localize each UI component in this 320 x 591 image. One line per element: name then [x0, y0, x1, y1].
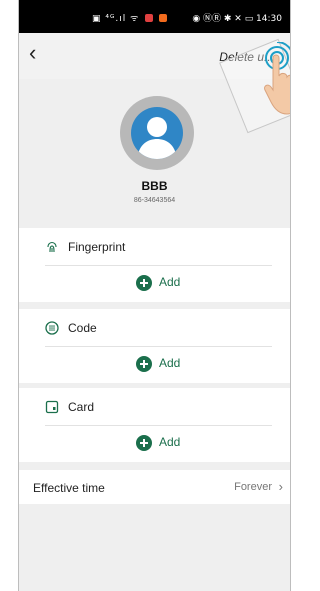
status-bar: ▣ ⁴ᴳ.ıl ᯤ ◉ ⓃⓇ ✱ ✕ ▭ 14:30 — [19, 0, 290, 33]
fingerprint-title: Fingerprint — [68, 240, 126, 254]
card-title: Card — [68, 400, 95, 414]
avatar — [120, 96, 194, 170]
user-avatar-icon — [131, 107, 183, 159]
user-name: BBB — [141, 179, 168, 193]
phone-screen: ▣ ⁴ᴳ.ıl ᯤ ◉ ⓃⓇ ✱ ✕ ▭ 14:30 ‹ Delete u...… — [18, 0, 291, 591]
divider — [45, 346, 272, 347]
code-title: Code — [68, 321, 97, 335]
fingerprint-icon — [47, 241, 57, 253]
divider — [45, 265, 272, 266]
effective-time-value: Forever — [234, 481, 272, 493]
status-left-text: ▣ ⁴ᴳ.ıl ᯤ — [92, 14, 140, 24]
app-notification-icon — [159, 14, 168, 22]
user-phone: 86-34643564 — [133, 197, 176, 204]
plus-icon — [136, 356, 152, 372]
chevron-right-icon: › — [278, 479, 283, 494]
tap-hand-icon — [264, 42, 290, 115]
status-left: ▣ ⁴ᴳ.ıl ᯤ — [92, 11, 168, 24]
card-icon — [45, 400, 59, 414]
add-label: Add — [159, 356, 181, 370]
keypad-icon — [45, 321, 59, 335]
effective-time-label: Effective time — [33, 481, 105, 495]
back-icon[interactable]: ‹ — [29, 42, 36, 64]
card-section: Card Add — [19, 388, 290, 462]
add-label: Add — [159, 275, 181, 289]
divider — [45, 425, 272, 426]
status-right: ◉ ⓃⓇ ✱ ✕ ▭ 14:30 — [192, 14, 282, 24]
plus-icon — [136, 435, 152, 451]
add-label: Add — [159, 435, 181, 449]
plus-icon — [136, 275, 152, 291]
fingerprint-section: Fingerprint Add — [19, 228, 290, 302]
notification-icon — [145, 14, 154, 22]
effective-time-row[interactable]: Effective time Forever › — [19, 470, 290, 504]
code-section: Code Add — [19, 309, 290, 383]
